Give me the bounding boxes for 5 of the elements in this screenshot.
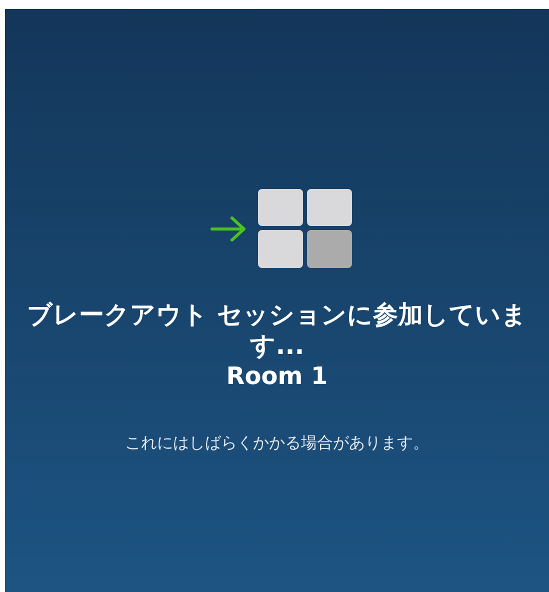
grid-icon: [258, 189, 354, 269]
wait-message: これにはしばらくかかる場合があります。: [125, 432, 429, 454]
joining-title: ブレークアウト セッションに参加しています...: [26, 299, 528, 361]
arrow-icon: [210, 214, 248, 244]
room-name: Room 1: [226, 361, 328, 391]
